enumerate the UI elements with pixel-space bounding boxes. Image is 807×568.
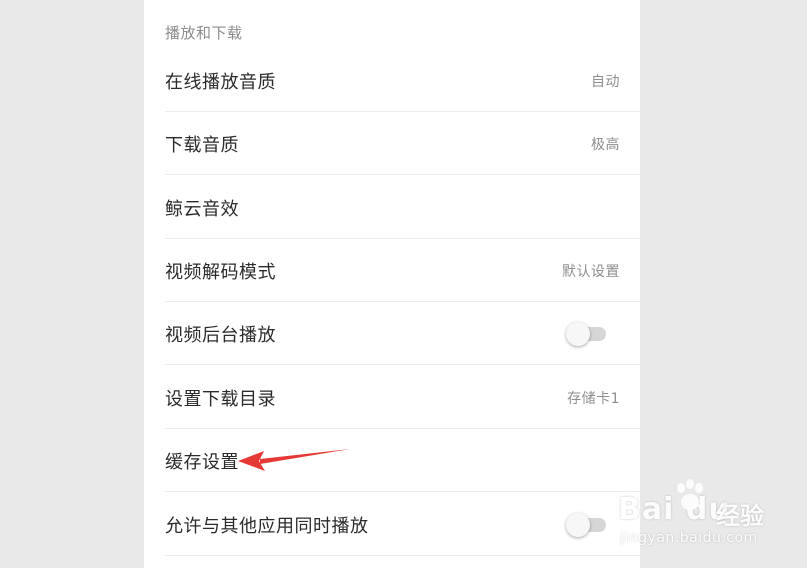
mix-audio-toggle[interactable] — [566, 512, 606, 537]
paw-icon — [677, 479, 703, 510]
setting-label: 缓存设置 — [165, 451, 239, 473]
baidu-watermark: Bai du 经验 jingyan.baidu.com — [618, 478, 778, 550]
setting-row-mix-audio: 允许与其他应用同时播放 — [144, 493, 640, 556]
setting-row-cache[interactable]: 缓存设置 — [144, 429, 640, 492]
setting-label: 视频解码模式 — [165, 261, 276, 283]
setting-row-download-dir[interactable]: 设置下载目录 存储卡1 — [144, 366, 640, 429]
settings-panel: 播放和下载 在线播放音质 自动 下载音质 极高 鲸云音效 视频解码模式 默认设置… — [144, 0, 640, 568]
setting-row-online-quality[interactable]: 在线播放音质 自动 — [144, 49, 640, 112]
setting-label: 鲸云音效 — [165, 198, 239, 220]
divider — [165, 491, 640, 492]
setting-value: 存储卡1 — [567, 390, 620, 407]
setting-row-video-background: 视频后台播放 — [144, 302, 640, 365]
setting-value: 默认设置 — [562, 263, 620, 280]
section-header-play-download: 播放和下载 — [165, 24, 243, 42]
annotation-arrow — [238, 449, 350, 471]
watermark-url: jingyan.baidu.com — [620, 530, 758, 546]
setting-row-sound-effect[interactable]: 鲸云音效 — [144, 176, 640, 239]
setting-label: 视频后台播放 — [165, 324, 276, 346]
setting-label: 允许与其他应用同时播放 — [165, 515, 369, 537]
setting-label: 在线播放音质 — [165, 71, 276, 93]
setting-label: 设置下载目录 — [165, 388, 276, 410]
setting-value: 极高 — [591, 136, 620, 153]
divider — [165, 174, 640, 175]
setting-label: 下载音质 — [165, 134, 239, 156]
setting-row-download-quality[interactable]: 下载音质 极高 — [144, 112, 640, 175]
toggle-knob — [566, 321, 590, 346]
toggle-knob — [566, 512, 590, 537]
watermark-suffix: 经验 — [716, 502, 764, 530]
video-background-toggle[interactable] — [566, 321, 606, 346]
divider — [165, 364, 640, 365]
setting-row-video-decode[interactable]: 视频解码模式 默认设置 — [144, 239, 640, 302]
setting-value: 自动 — [591, 73, 620, 90]
divider — [165, 555, 640, 556]
